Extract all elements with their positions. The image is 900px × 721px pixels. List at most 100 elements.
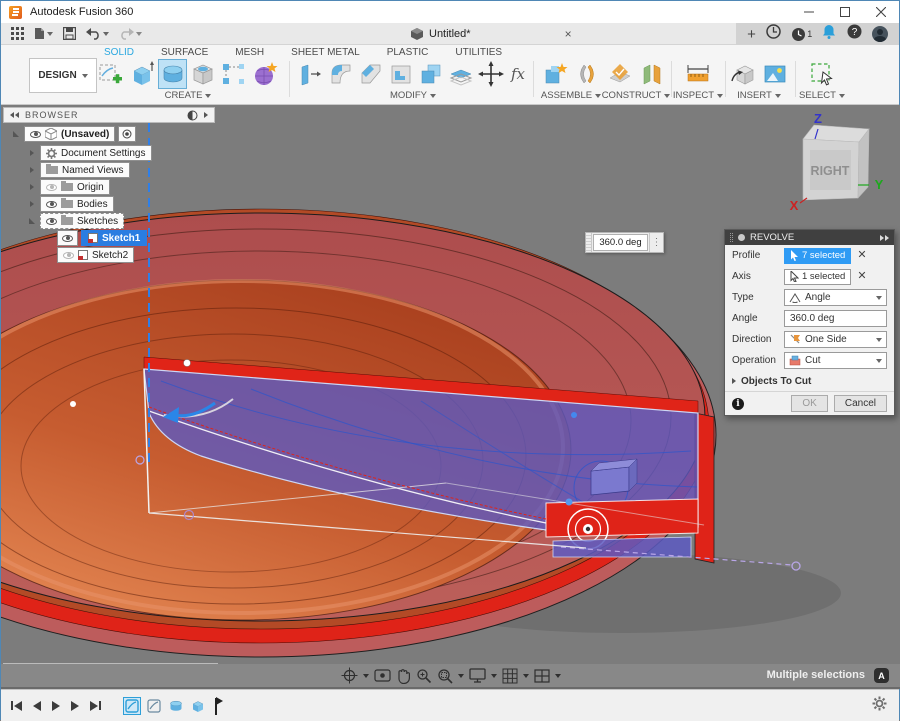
panel-display-icon[interactable] — [187, 110, 198, 121]
play-icon[interactable] — [52, 701, 60, 711]
tab-close-icon[interactable]: × — [565, 27, 572, 41]
browser-item-label[interactable]: Origin — [77, 182, 104, 193]
timeline-extrude-feature[interactable] — [189, 697, 207, 715]
group-create-label[interactable]: CREATE — [165, 90, 203, 101]
visibility-eye-icon[interactable] — [62, 235, 73, 242]
browser-row-root[interactable]: (Unsaved) — [11, 126, 136, 142]
new-component-icon[interactable] — [540, 59, 570, 89]
revolve-dialog-header[interactable]: REVOLVE — [725, 230, 894, 245]
orbit-dropdown-icon[interactable] — [363, 674, 369, 678]
sketch-point[interactable] — [184, 360, 191, 367]
expander-icon[interactable] — [27, 184, 37, 190]
expander-icon[interactable] — [27, 201, 37, 207]
browser-row-named-views[interactable]: Named Views — [27, 162, 130, 178]
app-grid-icon[interactable] — [11, 27, 24, 40]
angle-input-field[interactable]: 360.0 deg — [784, 310, 887, 327]
document-tab[interactable]: Untitled* × — [405, 23, 578, 45]
timeline-sketch2-feature[interactable] — [145, 697, 163, 715]
tab-mesh[interactable]: MESH — [235, 47, 264, 58]
timeline-position-marker[interactable] — [215, 698, 217, 715]
visibility-eye-icon[interactable] — [46, 218, 57, 225]
viewports-icon[interactable] — [534, 669, 550, 683]
angle-value-field[interactable]: 360.0 deg — [593, 234, 648, 251]
create-form-icon[interactable] — [250, 59, 279, 89]
stepper-handle-icon[interactable]: ⋮ — [649, 233, 663, 252]
combine-icon[interactable] — [417, 59, 445, 89]
type-dropdown[interactable]: Angle — [784, 289, 887, 306]
viewcube-face-label[interactable]: RIGHT — [811, 164, 850, 178]
grid-snap-icon[interactable] — [502, 668, 518, 684]
profile-point[interactable] — [566, 499, 573, 506]
browser-row-sketch1[interactable]: Sketch1 — [57, 230, 147, 246]
timeline-settings-gear-icon[interactable] — [872, 696, 887, 716]
browser-panel-header[interactable]: BROWSER — [3, 107, 215, 123]
dialog-dock-icon[interactable] — [738, 234, 745, 241]
minimize-button[interactable] — [791, 1, 827, 23]
tab-utilities[interactable]: UTILITIES — [455, 47, 502, 58]
operation-dropdown[interactable]: Cut — [784, 352, 887, 369]
expander-icon[interactable] — [27, 167, 37, 173]
browser-row-origin[interactable]: Origin — [27, 179, 110, 195]
tab-surface[interactable]: SURFACE — [161, 47, 208, 58]
look-at-icon[interactable] — [374, 668, 391, 683]
step-back-icon[interactable] — [33, 701, 41, 711]
activate-radio-icon[interactable] — [118, 126, 136, 142]
hole-icon[interactable] — [189, 59, 218, 89]
browser-item-label[interactable]: Sketches — [77, 216, 118, 227]
help-icon[interactable]: ? — [847, 24, 862, 44]
browser-item-label[interactable]: Sketch2 — [92, 250, 128, 261]
tab-solid[interactable]: SOLID — [104, 47, 134, 58]
construct-axis-icon[interactable] — [637, 59, 667, 89]
visibility-eye-icon[interactable] — [46, 184, 57, 191]
undo-icon[interactable] — [86, 28, 109, 40]
cancel-button[interactable]: Cancel — [834, 395, 887, 412]
joint-icon[interactable] — [572, 59, 602, 89]
axis-clear-icon[interactable]: ✕ — [857, 271, 866, 282]
fillet-icon[interactable] — [327, 59, 355, 89]
tab-plastic[interactable]: PLASTIC — [387, 47, 429, 58]
user-avatar[interactable] — [872, 26, 888, 42]
viewports-dropdown-icon[interactable] — [555, 674, 561, 678]
timeline-revolve-feature[interactable] — [167, 697, 185, 715]
extrude-icon[interactable] — [128, 59, 157, 89]
insert-canvas-icon[interactable] — [760, 59, 790, 89]
objects-to-cut-section[interactable]: Objects To Cut — [725, 371, 894, 391]
axis-selection-button[interactable]: 1 selected — [784, 269, 851, 285]
profile-clear-icon[interactable]: ✕ — [857, 250, 866, 261]
chamfer-icon[interactable] — [357, 59, 385, 89]
expander-icon[interactable] — [11, 131, 21, 137]
new-tab-icon[interactable]: + — [747, 26, 756, 43]
grid-dropdown-icon[interactable] — [523, 674, 529, 678]
revolve-icon[interactable] — [158, 59, 187, 89]
profile-point[interactable] — [571, 412, 577, 418]
direction-dropdown[interactable]: One Side — [784, 331, 887, 348]
tab-sheet-metal[interactable]: SHEET METAL — [291, 47, 360, 58]
offset-face-icon[interactable] — [447, 59, 475, 89]
expander-icon[interactable] — [27, 218, 37, 224]
drag-grip-icon[interactable] — [586, 233, 592, 252]
zoom-window-icon[interactable] — [437, 668, 453, 684]
browser-row-bodies[interactable]: Bodies — [27, 196, 114, 212]
ok-button[interactable]: OK — [791, 395, 827, 412]
redo-icon[interactable] — [119, 28, 142, 40]
section-expander-icon[interactable] — [732, 378, 736, 384]
visibility-eye-icon[interactable] — [63, 252, 74, 259]
browser-row-sketches[interactable]: Sketches — [27, 213, 124, 229]
browser-item-label[interactable]: Bodies — [77, 199, 108, 210]
browser-row-sketch2[interactable]: Sketch2 — [57, 247, 134, 263]
measure-icon[interactable] — [683, 59, 713, 89]
close-button[interactable] — [863, 1, 899, 23]
maximize-button[interactable] — [827, 1, 863, 23]
browser-item-label[interactable]: Named Views — [62, 165, 124, 176]
display-dropdown-icon[interactable] — [491, 674, 497, 678]
visibility-eye-icon[interactable] — [46, 201, 57, 208]
browser-item-label[interactable]: Sketch1 — [102, 233, 140, 244]
collapse-panel-icon[interactable] — [10, 112, 19, 118]
dialog-expand-icon[interactable] — [880, 235, 889, 241]
save-icon[interactable] — [63, 27, 76, 40]
shell-icon[interactable] — [387, 59, 415, 89]
panel-expand-icon[interactable] — [204, 112, 208, 118]
profile-selection-button[interactable]: 7 selected — [784, 248, 851, 264]
browser-row-document-settings[interactable]: Document Settings — [27, 145, 152, 161]
timeline-sketch1-feature[interactable] — [123, 697, 141, 715]
